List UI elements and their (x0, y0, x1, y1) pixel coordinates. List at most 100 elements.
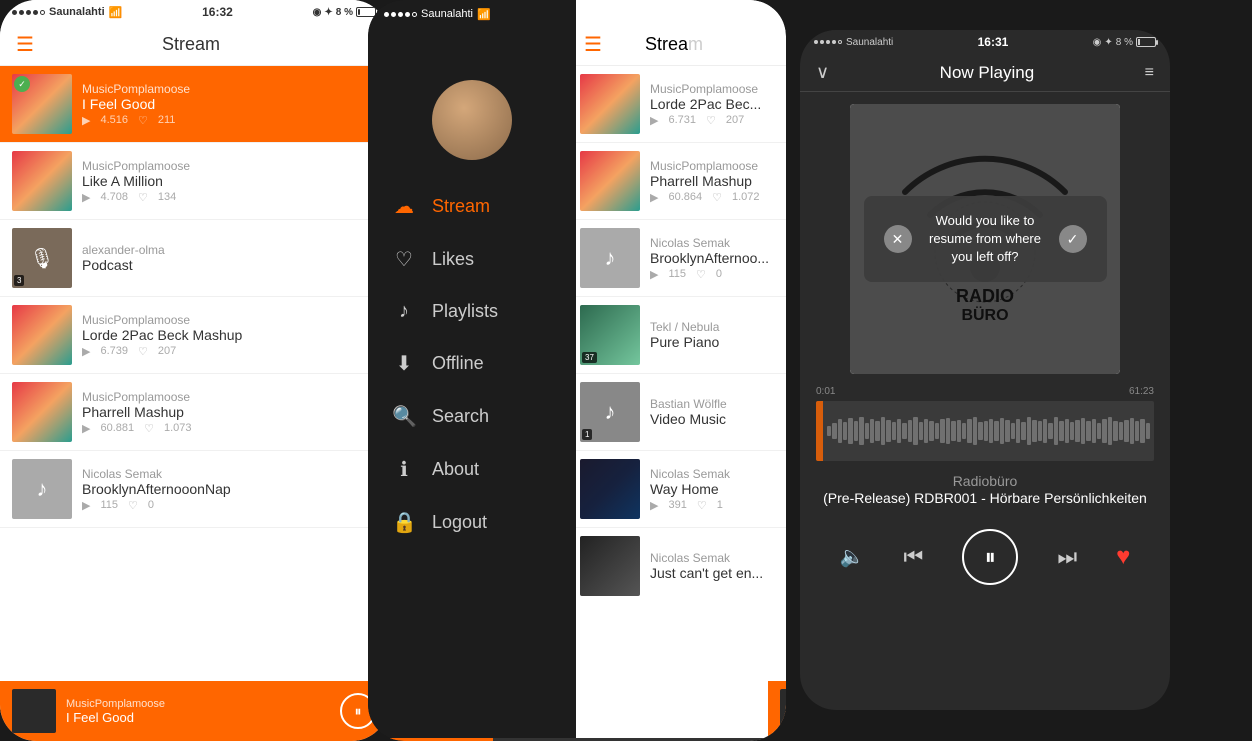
track-stats-5: ▶ 60.881 ♡ 1.073 (82, 422, 376, 435)
stream-track-3[interactable]: ♪ Nicolas Semak BrooklynAfternoo... ▶ 11… (568, 220, 786, 297)
track-item-4[interactable]: MusicPomplamoose Lorde 2Pac Beck Mashup … (0, 297, 388, 374)
stream-panel: ☰ Stream MusicPomplamoose Lorde 2Pac Bec… (568, 0, 786, 741)
next-button[interactable]: ⏭ (1057, 544, 1077, 570)
now-playing-title: Now Playing (940, 63, 1035, 83)
hamburger-icon-1[interactable]: ☰ (16, 32, 34, 57)
check-badge-1: ✓ (14, 76, 30, 92)
stream-track-5[interactable]: ♪ 1 Bastian Wölfle Video Music (568, 374, 786, 451)
time-1: 16:32 (202, 5, 233, 19)
track-list-1: ✓ MusicPomplamoose I Feel Good ▶ 4.516 ♡… (0, 66, 388, 647)
battery-text-2: 17 % (722, 8, 747, 20)
mini-name-1: I Feel Good (66, 710, 330, 725)
stream-artist-3: Nicolas Semak (650, 236, 774, 250)
track-info-4: MusicPomplamoose Lorde 2Pac Beck Mashup … (82, 313, 376, 358)
play-icon-1: ▶ (82, 114, 90, 127)
stream-thumb-6 (580, 459, 640, 519)
track-info-5: MusicPomplamoose Pharrell Mashup ▶ 60.88… (82, 390, 376, 435)
status-bar-3: Saunalahti 16:31 ◉ ✦ 8 % (800, 30, 1170, 54)
favorite-button[interactable]: ♥ (1116, 543, 1130, 571)
mini-player-2[interactable]: MusicPomplamoose I Feel Good ⏸ (768, 681, 786, 741)
volume-button[interactable]: 🔈 (840, 544, 865, 569)
carrier-1: Saunalahti (49, 6, 105, 18)
sidebar-item-about[interactable]: ℹ About (368, 443, 576, 496)
mini-thumb-1 (12, 689, 56, 733)
carrier-3: Saunalahti (846, 37, 893, 48)
phone3-now-playing: Saunalahti 16:31 ◉ ✦ 8 % ∨ Now Playing ≡ (800, 30, 1170, 710)
progress-times: 0:01 61:23 (816, 386, 1154, 397)
track-info-3: alexander-olma Podcast (82, 243, 361, 273)
carrier-2: Saunalahti (421, 8, 473, 20)
stream-stats-6: ▶ 391 ♡ 1 (650, 499, 774, 512)
stream-track-4[interactable]: 37 Tekl / Nebula Pure Piano (568, 297, 786, 374)
sidebar-item-logout[interactable]: 🔒 Logout (368, 496, 576, 549)
track-thumb-2 (12, 151, 72, 211)
battery-text-1: 8 % (336, 7, 353, 18)
track-item-2[interactable]: MusicPomplamoose Like A Million ▶ 4.708 … (0, 143, 388, 220)
stream-track-7[interactable]: Nicolas Semak Just can't get en... (568, 528, 786, 604)
status-left-1: Saunalahti 📶 (12, 6, 122, 19)
resume-confirm-button[interactable]: ✓ (1059, 225, 1087, 253)
status-bar-1: Saunalahti 📶 16:32 ◉ ✦ 8 % (0, 0, 388, 24)
hamburger-icon-2[interactable]: ☰ (584, 32, 602, 57)
sidebar-item-stream[interactable]: ☁ Stream (368, 180, 576, 233)
track-item-1[interactable]: ✓ MusicPomplamoose I Feel Good ▶ 4.516 ♡… (0, 66, 388, 143)
track-item-5[interactable]: MusicPomplamoose Pharrell Mashup ▶ 60.88… (0, 374, 388, 451)
p3dot5 (838, 40, 842, 44)
stream-info-7: Nicolas Semak Just can't get en... (650, 551, 774, 581)
wifi-icon-1: 📶 (109, 6, 123, 19)
logout-icon: 🔒 (392, 510, 416, 535)
track-badge-3: 3 (14, 275, 24, 286)
stream-badge-5: 1 (582, 429, 592, 440)
phone1-stream: Saunalahti 📶 16:32 ◉ ✦ 8 % ☰ Stream ✓ Mu… (0, 0, 388, 741)
battery-cap-2 (770, 12, 772, 17)
track-stats-1: ▶ 4.516 ♡ 211 (82, 114, 376, 127)
track-info-2: MusicPomplamoose Like A Million ▶ 4.708 … (82, 159, 376, 204)
stream-track-6[interactable]: Nicolas Semak Way Home ▶ 391 ♡ 1 (568, 451, 786, 528)
p3dot4 (832, 40, 836, 44)
playlists-icon: ♪ (392, 300, 416, 323)
sidebar-item-offline[interactable]: ⬇ Offline (368, 337, 576, 390)
previous-button[interactable]: ⏮ (903, 544, 923, 570)
player-title: (Pre-Release) RDBR001 - Hörbare Persönli… (816, 489, 1154, 509)
stream-header: ☰ Stream (568, 24, 786, 66)
stream-info-1: MusicPomplamoose Lorde 2Pac Bec... ▶ 6.7… (650, 82, 774, 127)
track-item-6[interactable]: ♪ Nicolas Semak BrooklynAfternooonNap ▶ … (0, 451, 388, 528)
about-icon: ℹ (392, 457, 416, 482)
sidebar-item-likes[interactable]: ♡ Likes (368, 233, 576, 286)
mini-info-1: MusicPomplamoose I Feel Good (66, 698, 330, 725)
stream-stats-1: ▶ 6.731 ♡ 207 (650, 114, 774, 127)
album-art-container: RADIO BÜRO ✕ Would you like to resume fr… (800, 92, 1170, 382)
sdot1 (384, 12, 389, 17)
resume-overlay: ✕ Would you like to resume from where yo… (850, 104, 1120, 374)
sdot3 (398, 12, 403, 17)
battery-icon-3 (1136, 37, 1156, 47)
pause-play-button[interactable]: ⏸ (962, 529, 1018, 585)
stream-track-2[interactable]: MusicPomplamoose Pharrell Mashup ▶ 60.86… (568, 143, 786, 220)
queue-list-button[interactable]: ≡ (1145, 64, 1154, 82)
stream-track-1[interactable]: MusicPomplamoose Lorde 2Pac Bec... ▶ 6.7… (568, 66, 786, 143)
stream-stats-2: ▶ 60.864 ♡ 1.072 (650, 191, 774, 204)
sidebar-item-playlists[interactable]: ♪ Playlists (368, 286, 576, 337)
app-header-1: ☰ Stream (0, 24, 388, 66)
sidebar-item-search[interactable]: 🔍 Search (368, 390, 576, 443)
track-item-3[interactable]: 3 🎙 alexander-olma Podcast › (0, 220, 388, 297)
resume-decline-button[interactable]: ✕ (884, 225, 912, 253)
waveform[interactable]: (function(){ const heights = [20,30,45,3… (816, 401, 1154, 461)
stream-name-1: Lorde 2Pac Bec... (650, 96, 774, 112)
stream-name-5: Video Music (650, 411, 774, 427)
p3dot3 (826, 40, 830, 44)
track-stats-6: ▶ 115 ♡ 0 (82, 499, 376, 512)
stream-name-2: Pharrell Mashup (650, 173, 774, 189)
bt-icon-3: ✦ (1104, 37, 1112, 48)
sdot4 (405, 12, 410, 17)
stream-name-6: Way Home (650, 481, 774, 497)
battery-icon-2 (750, 9, 770, 19)
stream-thumb-3: ♪ (580, 228, 640, 288)
track-name-1: I Feel Good (82, 96, 376, 112)
stream-thumb-2 (580, 151, 640, 211)
back-button[interactable]: ∨ (816, 62, 829, 83)
menu-panel: ☁ Stream ♡ Likes ♪ Playlists ⬇ Offline 🔍 (368, 0, 576, 741)
dot5 (40, 10, 45, 15)
mini-player-1[interactable]: MusicPomplamoose I Feel Good ⏸ (0, 681, 388, 741)
resume-message: Would you like to resume from where you … (924, 212, 1047, 267)
